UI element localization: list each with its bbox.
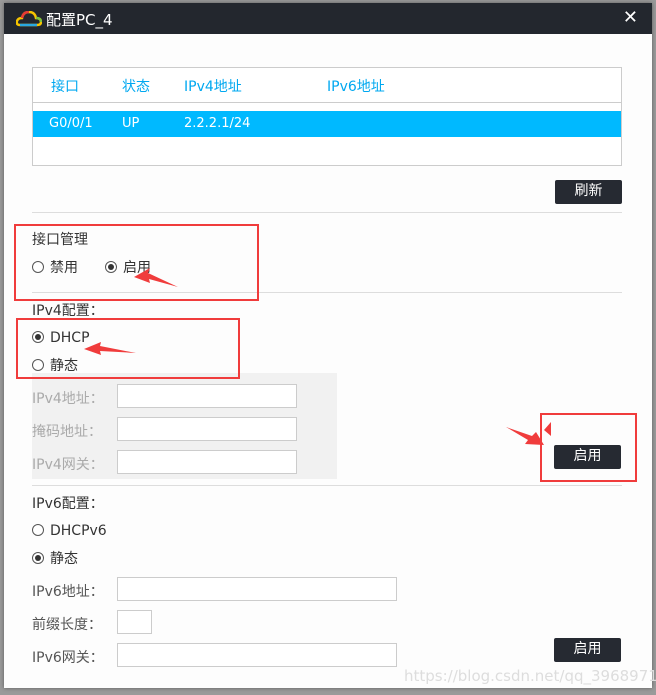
arrow-icon xyxy=(84,342,136,355)
arrow-icon xyxy=(544,422,551,436)
arrow-icon xyxy=(134,268,178,287)
arrow-icon xyxy=(506,427,544,445)
annotation-arrows xyxy=(84,268,551,445)
